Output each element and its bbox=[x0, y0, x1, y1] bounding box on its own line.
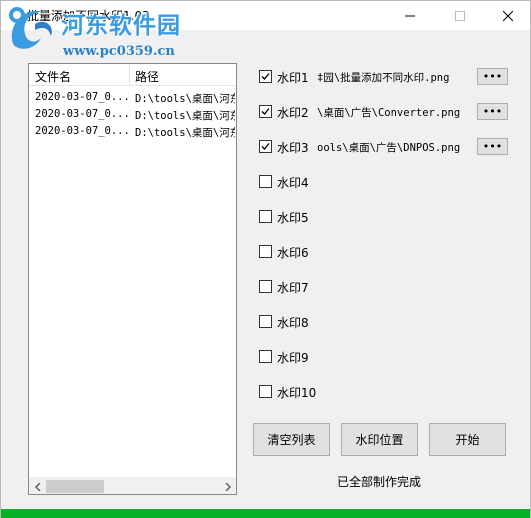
watermark-3-label: 水印3 bbox=[277, 141, 309, 155]
close-button[interactable] bbox=[485, 1, 531, 30]
file-path-cell: D:\tools\桌面\河东 bbox=[135, 93, 235, 105]
file-list[interactable]: 文件名 路径 2020-03-07_0... D:\tools\桌面\河东 20… bbox=[28, 63, 237, 495]
watermark-8-checkbox[interactable] bbox=[259, 315, 272, 328]
watermark-row-2: 水印2 \桌面\广告\Converter.png ••• bbox=[259, 103, 519, 121]
minimize-icon bbox=[405, 15, 415, 16]
maximize-button[interactable] bbox=[437, 1, 483, 30]
file-list-header: 文件名 路径 bbox=[29, 64, 236, 86]
watermark-2-path-text: \桌面\广告\Converter.png bbox=[317, 107, 461, 119]
watermark-3-path: ools\桌面\广告\DNPOS.png bbox=[317, 140, 465, 155]
watermark-row-9: 水印9 bbox=[259, 348, 519, 366]
scroll-right-button[interactable] bbox=[219, 478, 236, 494]
file-name-cell: 2020-03-07_0... bbox=[35, 91, 129, 103]
watermark-row-7: 水印7 bbox=[259, 278, 519, 296]
watermark-3-checkbox[interactable] bbox=[259, 140, 272, 153]
check-icon bbox=[261, 73, 270, 80]
watermark-6-label: 水印6 bbox=[277, 246, 309, 260]
watermark-5-label: 水印5 bbox=[277, 211, 309, 225]
watermark-4-label: 水印4 bbox=[277, 176, 309, 190]
watermark-7-label: 水印7 bbox=[277, 281, 309, 295]
watermark-1-path: ‡园\批量添加不同水印.png bbox=[317, 70, 465, 85]
watermark-row-6: 水印6 bbox=[259, 243, 519, 261]
column-header-path[interactable]: 路径 bbox=[135, 68, 159, 85]
watermark-7-checkbox[interactable] bbox=[259, 280, 272, 293]
progress-bar bbox=[1, 509, 530, 518]
watermark-row-10: 水印10 bbox=[259, 383, 519, 401]
check-icon bbox=[261, 108, 270, 115]
watermark-2-path: \桌面\广告\Converter.png bbox=[317, 105, 465, 120]
watermark-row-1: 水印1 ‡园\批量添加不同水印.png ••• bbox=[259, 68, 519, 86]
watermark-8-label: 水印8 bbox=[277, 316, 309, 330]
watermark-2-browse-button[interactable]: ••• bbox=[477, 103, 508, 120]
window-title: 批量添加不同水印1.03 bbox=[27, 9, 150, 23]
watermark-1-browse-button[interactable]: ••• bbox=[477, 68, 508, 85]
title-bar[interactable]: 批量添加不同水印1.03 bbox=[1, 1, 530, 30]
clear-list-button[interactable]: 清空列表 bbox=[253, 423, 330, 456]
watermark-2-checkbox[interactable] bbox=[259, 105, 272, 118]
logo-url: www.pc0359.cn bbox=[63, 44, 175, 59]
watermark-row-4: 水印4 bbox=[259, 173, 519, 191]
table-row[interactable]: 2020-03-07_0... D:\tools\桌面\河东 bbox=[29, 90, 236, 107]
horizontal-scrollbar[interactable] bbox=[29, 477, 236, 494]
file-path-cell: D:\tools\桌面\河东 bbox=[135, 110, 235, 122]
scroll-left-button[interactable] bbox=[29, 478, 46, 494]
watermark-3-path-text: ools\桌面\广告\DNPOS.png bbox=[317, 142, 461, 154]
watermark-9-checkbox[interactable] bbox=[259, 350, 272, 363]
start-button[interactable]: 开始 bbox=[429, 423, 506, 456]
minimize-button[interactable] bbox=[387, 1, 433, 30]
watermark-position-button[interactable]: 水印位置 bbox=[341, 423, 418, 456]
table-row[interactable]: 2020-03-07_0... D:\tools\桌面\河东 bbox=[29, 107, 236, 124]
close-icon bbox=[503, 10, 513, 21]
column-separator[interactable] bbox=[129, 64, 130, 86]
file-name-cell: 2020-03-07_0... bbox=[35, 125, 129, 137]
watermark-1-checkbox[interactable] bbox=[259, 70, 272, 83]
check-icon bbox=[261, 143, 270, 150]
app-icon bbox=[9, 7, 25, 23]
status-text: 已全部制作完成 bbox=[337, 475, 422, 489]
watermark-6-checkbox[interactable] bbox=[259, 245, 272, 258]
watermark-2-label: 水印2 bbox=[277, 106, 309, 120]
watermark-9-label: 水印9 bbox=[277, 351, 309, 365]
chevron-left-icon bbox=[34, 482, 41, 491]
watermark-1-path-text: ‡园\批量添加不同水印.png bbox=[317, 72, 450, 84]
progress-bar-fill bbox=[1, 509, 530, 518]
watermark-row-3: 水印3 ools\桌面\广告\DNPOS.png ••• bbox=[259, 138, 519, 156]
scroll-thumb[interactable] bbox=[46, 480, 104, 493]
table-row[interactable]: 2020-03-07_0... D:\tools\桌面\河东 bbox=[29, 124, 236, 141]
file-name-cell: 2020-03-07_0... bbox=[35, 108, 129, 120]
watermark-1-label: 水印1 bbox=[277, 71, 309, 85]
watermark-row-8: 水印8 bbox=[259, 313, 519, 331]
column-header-filename[interactable]: 文件名 bbox=[35, 68, 71, 85]
watermark-10-checkbox[interactable] bbox=[259, 385, 272, 398]
main-window: 批量添加不同水印1.03 河东软件园 www.pc0359.cn 文件名 路径 … bbox=[0, 0, 531, 518]
watermark-10-label: 水印10 bbox=[277, 386, 317, 400]
watermark-row-5: 水印5 bbox=[259, 208, 519, 226]
watermark-5-checkbox[interactable] bbox=[259, 210, 272, 223]
watermark-4-checkbox[interactable] bbox=[259, 175, 272, 188]
maximize-icon bbox=[455, 10, 465, 21]
watermark-3-browse-button[interactable]: ••• bbox=[477, 138, 508, 155]
chevron-right-icon bbox=[224, 482, 231, 491]
file-path-cell: D:\tools\桌面\河东 bbox=[135, 127, 235, 139]
